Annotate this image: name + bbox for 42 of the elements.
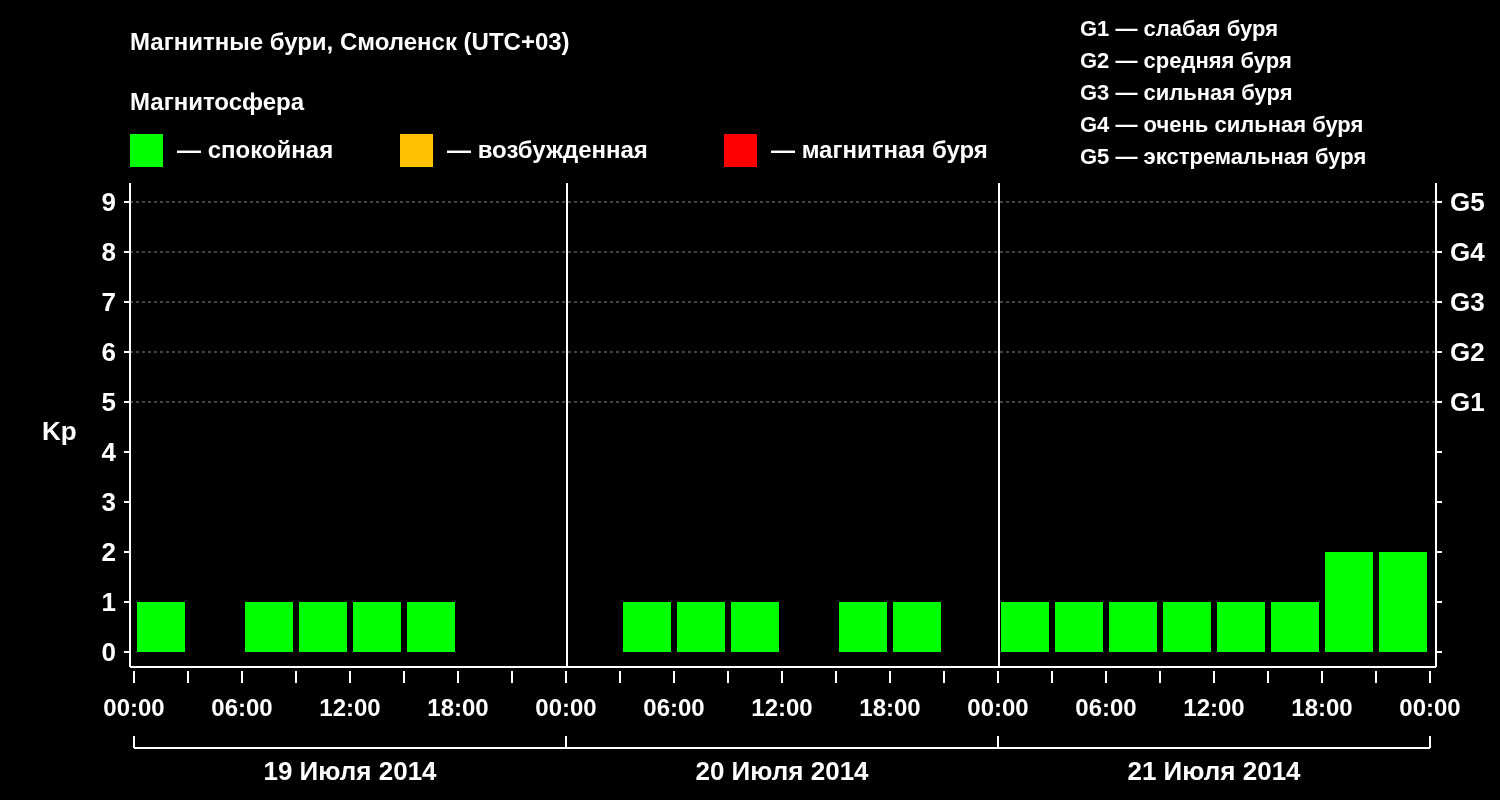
legend-label: — спокойная <box>177 136 334 163</box>
day-label: 21 Июля 2014 <box>1127 756 1301 786</box>
x-tick-label: 00:00 <box>1399 694 1461 721</box>
x-tick-label: 18:00 <box>427 694 489 721</box>
day-label: 19 Июля 2014 <box>263 756 437 786</box>
x-tick-label: 00:00 <box>967 694 1029 721</box>
y-tick-label: 8 <box>101 237 116 267</box>
y-tick-label: 7 <box>101 287 116 317</box>
y-tick-label: 6 <box>101 337 116 367</box>
storm-scale-label: G5 — экстремальная буря <box>1080 144 1367 169</box>
storm-level-label: G2 <box>1450 337 1485 367</box>
y-tick-label: 2 <box>101 537 116 567</box>
legend-label: — возбужденная <box>447 136 648 163</box>
storm-scale-label: G3 — сильная буря <box>1080 80 1293 105</box>
x-tick-label: 18:00 <box>1291 694 1353 721</box>
x-tick-label: 12:00 <box>751 694 813 721</box>
x-tick-label: 12:00 <box>1183 694 1245 721</box>
y-tick-label: 3 <box>101 487 116 517</box>
x-tick-label: 12:00 <box>319 694 381 721</box>
storm-level-label: G4 <box>1450 237 1485 267</box>
storm-scale-label: G1 — слабая буря <box>1080 16 1279 41</box>
y-axis-label: Kp <box>42 416 77 446</box>
storm-scale-label: G4 — очень сильная буря <box>1080 112 1364 137</box>
x-tick-label: 06:00 <box>211 694 273 721</box>
y-tick-label: 1 <box>101 587 116 617</box>
chart-title: Магнитные бури, Смоленск (UTC+03) <box>130 28 570 55</box>
y-tick-label: 0 <box>101 637 116 667</box>
x-tick-label: 06:00 <box>1075 694 1137 721</box>
storm-level-label: G1 <box>1450 387 1485 417</box>
y-tick-label: 4 <box>101 437 116 467</box>
x-tick-label: 18:00 <box>859 694 921 721</box>
x-tick-label: 00:00 <box>535 694 597 721</box>
y-tick-label: 5 <box>101 387 116 417</box>
x-tick-label: 06:00 <box>643 694 705 721</box>
day-label: 20 Июля 2014 <box>695 756 869 786</box>
y-tick-label: 9 <box>101 187 116 217</box>
storm-level-label: G3 <box>1450 287 1485 317</box>
legend-label: — магнитная буря <box>771 136 988 163</box>
storm-level-label: G5 <box>1450 187 1485 217</box>
legend-heading: Магнитосфера <box>130 88 305 115</box>
storm-scale-label: G2 — средняя буря <box>1080 48 1292 73</box>
x-tick-label: 00:00 <box>103 694 165 721</box>
